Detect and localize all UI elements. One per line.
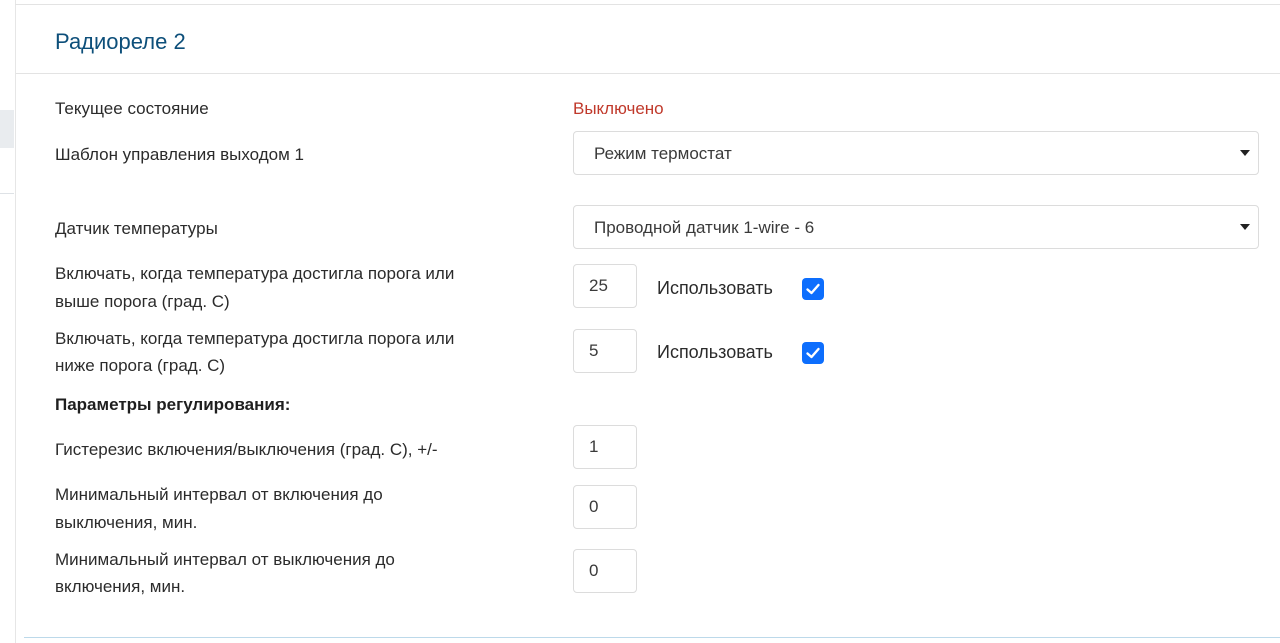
current-state-label: Текущее состояние — [55, 99, 209, 118]
card-title: Радиореле 2 — [55, 29, 186, 54]
hysteresis-label: Гистерезис включения/выключения (град. С… — [55, 440, 438, 459]
temp-sensor-selected: Проводной датчик 1-wire - 6 — [594, 218, 815, 237]
regulation-heading: Параметры регулирования: — [55, 395, 291, 414]
min-on-off-label-line1: Минимальный интервал от включения до — [55, 485, 383, 504]
on-above-use-label: Использовать — [657, 278, 773, 298]
min-off-on-label-line1: Минимальный интервал от выключения до — [55, 550, 395, 569]
min-off-on-input[interactable] — [573, 549, 637, 593]
on-above-use-checkbox[interactable] — [802, 278, 824, 300]
on-below-use-checkbox[interactable] — [802, 342, 824, 364]
on-below-use-label: Использовать — [657, 342, 773, 362]
min-on-off-input[interactable] — [573, 485, 637, 529]
card-header: Радиореле 2 — [16, 5, 1280, 74]
hysteresis-input[interactable] — [573, 425, 637, 469]
output-template-selected: Режим термостат — [594, 144, 732, 163]
on-below-label-line1: Включать, когда температура достигла пор… — [55, 329, 455, 348]
caret-down-icon — [1240, 224, 1250, 230]
on-above-label-line2: выше порога (град. С) — [55, 292, 230, 311]
current-state-value: Выключено — [573, 99, 664, 118]
on-above-label-line1: Включать, когда температура достигла пор… — [55, 264, 455, 283]
temp-sensor-select[interactable]: Проводной датчик 1-wire - 6 — [573, 205, 1259, 249]
output-template-label: Шаблон управления выходом 1 — [55, 145, 305, 164]
on-below-threshold-input[interactable] — [573, 329, 637, 373]
output-template-select[interactable]: Режим термостат — [573, 131, 1259, 175]
min-on-off-label-line2: выключения, мин. — [55, 513, 198, 532]
min-off-on-label-line2: включения, мин. — [55, 577, 186, 596]
checkmark-icon — [806, 283, 820, 295]
caret-down-icon — [1240, 150, 1250, 156]
sidebar-divider — [0, 193, 14, 194]
on-below-label-line2: ниже порога (град. С) — [55, 356, 226, 375]
sidebar-active-tab[interactable] — [0, 110, 14, 148]
section-divider — [24, 637, 1280, 638]
temp-sensor-label: Датчик температуры — [55, 219, 218, 238]
checkmark-icon — [806, 347, 820, 359]
on-above-threshold-input[interactable] — [573, 264, 637, 308]
page: Радиореле 2 Текущее состояние Выключено … — [0, 0, 1280, 643]
sidebar-edge — [0, 0, 16, 643]
